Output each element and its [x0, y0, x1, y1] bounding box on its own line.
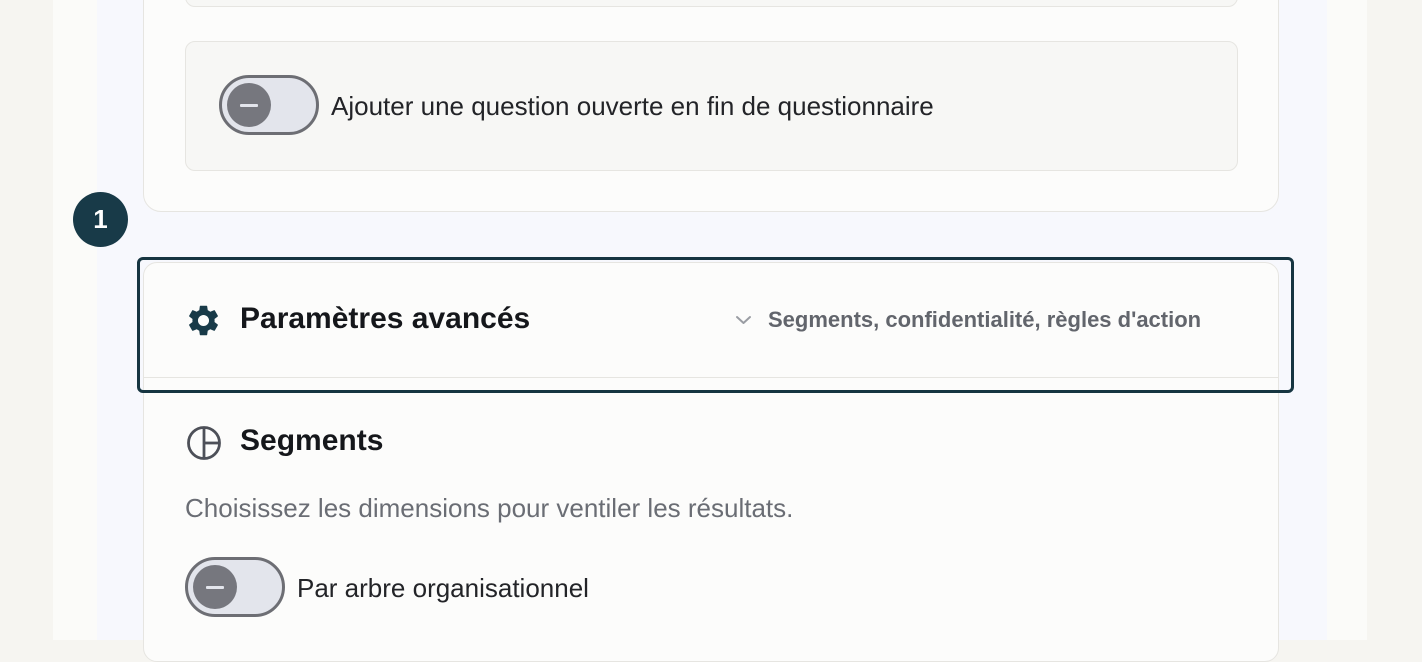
- segments-title: Segments: [240, 424, 384, 457]
- org-tree-toggle[interactable]: [185, 557, 285, 617]
- advanced-settings-title: Paramètres avancés: [240, 302, 531, 335]
- step-badge: 1: [73, 192, 128, 247]
- segments-description: Choisissez les dimensions pour ventiler …: [185, 493, 794, 523]
- toggle-off-icon: [227, 83, 271, 127]
- previous-option-card: [185, 0, 1238, 7]
- toggle-off-icon: [193, 565, 237, 609]
- open-question-toggle[interactable]: [219, 75, 319, 135]
- pie-chart-icon: [187, 426, 221, 460]
- open-question-toggle-label[interactable]: Ajouter une question ouverte en fin de q…: [331, 91, 934, 122]
- gear-icon: [189, 305, 218, 336]
- advanced-settings-summary: Segments, confidentialité, règles d'acti…: [768, 307, 1202, 332]
- chevron-down-icon[interactable]: [735, 313, 752, 327]
- org-tree-toggle-label[interactable]: Par arbre organisationnel: [297, 573, 589, 604]
